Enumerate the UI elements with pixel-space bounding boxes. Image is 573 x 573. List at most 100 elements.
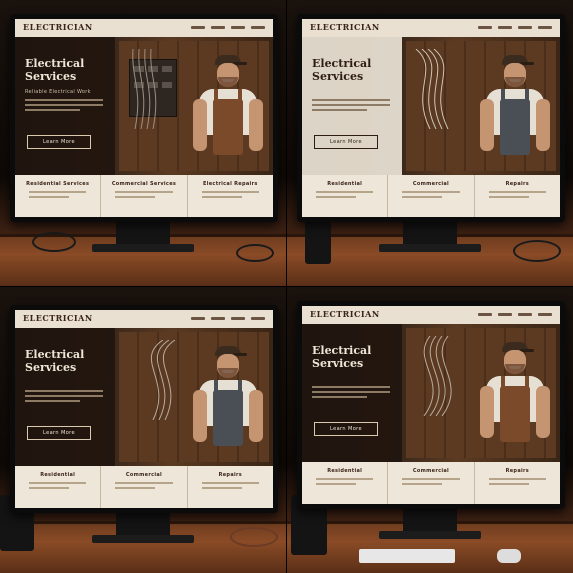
nav-menu [191,26,265,29]
service-card[interactable]: Residential Services [15,175,102,217]
cable-coil [236,244,274,262]
monitor-base [92,244,194,252]
panel-bottom-left: ELECTRICIAN Electrical Services Learn Mo… [0,287,286,573]
service-card[interactable]: Residential [302,462,389,504]
site-logo: ELECTRICIAN [23,22,93,32]
monitor-base [379,244,481,252]
panel-bottom-right: ELECTRICIAN Electrical Services Learn Mo… [287,287,573,573]
service-card[interactable]: Repairs [474,175,560,217]
hero-text-block: Electrical Services Learn More [15,328,115,466]
service-card[interactable]: Residential [302,175,389,217]
hero-paragraph [25,99,103,114]
site-logo: ELECTRICIAN [310,22,380,32]
hero-paragraph [312,99,390,114]
wire-bundle [132,49,157,129]
monitor-stand [116,222,170,244]
service-card[interactable]: Repairs [187,466,273,508]
card-title: Repairs [505,181,530,187]
monitor-stand [403,509,457,531]
wood-wall [406,41,556,171]
service-card[interactable]: Electrical Repairs [187,175,273,217]
service-card[interactable]: Commercial [388,175,475,217]
hero-headline: Electrical Services [312,57,372,83]
hero-headline: Electrical Services [25,348,85,374]
website-screen: ELECTRICIAN [302,19,560,217]
hero-section: Electrical Services Learn More [302,37,560,175]
arm [480,386,494,438]
site-header: ELECTRICIAN [302,19,560,38]
website-screen: ELECTRICIAN [15,19,273,217]
wood-wall [119,332,269,462]
card-title: Residential [40,472,76,478]
mouse [497,549,521,563]
hero-headline: Electrical Services [312,344,372,370]
learn-more-button[interactable]: Learn More [314,135,378,149]
nav-menu [478,313,552,316]
nav-menu [191,317,265,320]
hero-text-block: Electrical Services Learn More [302,37,402,175]
hero-subline: Reliable Electrical Work [25,89,91,95]
service-cards: Residential Commercial Repairs [302,462,560,504]
hero-text-block: Electrical Services Learn More [302,324,402,462]
overalls [213,99,243,155]
site-logo: ELECTRICIAN [23,313,93,323]
electrician-figure [480,342,550,460]
arm [249,99,263,151]
hero-paragraph [25,390,103,405]
service-card[interactable]: Commercial [388,462,475,504]
monitor-stand [116,513,170,535]
panel-top-right: ELECTRICIAN Electrical Services Learn Mo… [287,0,573,286]
electrician-figure [193,55,263,173]
keyboard [359,549,455,563]
beard [218,77,238,87]
hero-section: Electrical Services Learn More [302,324,560,462]
monitor: ELECTRICIAN [10,14,278,222]
wire-bundle [151,340,176,420]
card-title: Residential Services [26,181,90,187]
wire-bundle [423,336,452,416]
wire-bundle [415,49,449,129]
card-title: Commercial Services [111,181,177,187]
arm [193,390,207,442]
service-card[interactable]: Commercial [101,466,188,508]
beard [505,364,525,374]
grid-divider [0,286,573,287]
service-card[interactable]: Commercial Services [101,175,188,217]
hero-headline: Electrical Services [25,57,85,83]
site-logo: ELECTRICIAN [310,309,380,319]
card-title: Residential [327,181,363,187]
monitor-stand [403,222,457,244]
card-title: Repairs [218,472,243,478]
hero-section: Electrical Services Learn More [15,328,273,466]
card-title: Commercial [412,181,450,187]
learn-more-button[interactable]: Learn More [27,135,91,149]
cable-coil [230,527,278,547]
card-title: Electrical Repairs [203,181,258,187]
monitor-base [379,531,481,539]
site-header: ELECTRICIAN [15,19,273,38]
beard [505,77,525,87]
arm [480,99,494,151]
hero-section: Electrical Services Reliable Electrical … [15,37,273,175]
website-screen: ELECTRICIAN [15,310,273,508]
service-card[interactable]: Repairs [474,462,560,504]
card-title: Commercial [412,468,450,474]
panel-top-left: ELECTRICIAN Electrical Services Reliable… [0,0,286,286]
service-cards: Residential Commercial Repairs [302,175,560,217]
service-cards: Residential Commercial Repairs [15,466,273,508]
wood-wall [406,328,556,458]
card-title: Residential [327,468,363,474]
arm [536,386,550,438]
learn-more-button[interactable]: Learn More [314,422,378,436]
cable-coil [513,240,561,262]
site-header: ELECTRICIAN [15,310,273,329]
hero-text-block: Electrical Services Reliable Electrical … [15,37,115,175]
service-card[interactable]: Residential [15,466,102,508]
card-title: Repairs [505,468,530,474]
image-grid: ELECTRICIAN Electrical Services Reliable… [0,0,573,573]
cable-coil [32,232,76,252]
card-title: Commercial [125,472,163,478]
arm [193,99,207,151]
overalls [213,390,243,446]
learn-more-button[interactable]: Learn More [27,426,91,440]
